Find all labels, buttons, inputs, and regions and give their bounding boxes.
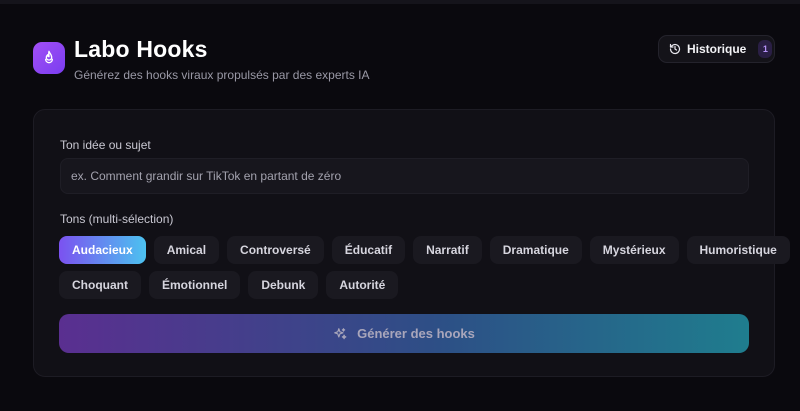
history-button[interactable]: Historique 1 [658, 35, 775, 63]
tone-selector: Audacieux Amical Controversé Éducatif Na… [59, 236, 790, 306]
idea-input[interactable] [60, 158, 749, 194]
top-bar [0, 0, 800, 4]
tone-chip-narratif[interactable]: Narratif [413, 236, 482, 264]
flame-icon [45, 50, 53, 64]
idea-label: Ton idée ou sujet [60, 138, 151, 152]
tone-chip-debunk[interactable]: Debunk [248, 271, 319, 299]
history-label: Historique [687, 42, 747, 56]
tone-chip-dramatique[interactable]: Dramatique [489, 236, 582, 264]
page-header: Labo Hooks Générez des hooks viraux prop… [33, 35, 775, 85]
tone-chip-choquant[interactable]: Choquant [59, 271, 141, 299]
tone-chip-emotionnel[interactable]: Émotionnel [149, 271, 241, 299]
tone-chip-autorite[interactable]: Autorité [326, 271, 399, 299]
generate-hooks-button[interactable]: Générer des hooks [59, 314, 749, 353]
sparkles-icon [334, 327, 347, 339]
page-subtitle: Générez des hooks viraux propulsés par d… [74, 68, 370, 82]
history-icon [669, 43, 681, 55]
history-count-badge: 1 [758, 40, 773, 58]
tone-chip-mysterieux[interactable]: Mystérieux [589, 236, 679, 264]
generate-hooks-label: Générer des hooks [357, 326, 475, 341]
tone-chip-audacieux[interactable]: Audacieux [59, 236, 146, 264]
tone-chip-amical[interactable]: Amical [153, 236, 220, 264]
hook-form-card: Ton idée ou sujet Tons (multi-sélection)… [33, 109, 790, 377]
tone-row-1: Audacieux Amical Controversé Éducatif Na… [59, 236, 790, 264]
tone-chip-educatif[interactable]: Éducatif [331, 236, 406, 264]
page-title: Labo Hooks [74, 36, 208, 62]
app-logo [33, 42, 65, 74]
tone-row-2: Choquant Émotionnel Debunk Autorité [59, 271, 759, 299]
tone-chip-controverse[interactable]: Controversé [227, 236, 324, 264]
tones-label: Tons (multi-sélection) [60, 212, 174, 226]
tone-chip-humoristique[interactable]: Humoristique [686, 236, 790, 264]
